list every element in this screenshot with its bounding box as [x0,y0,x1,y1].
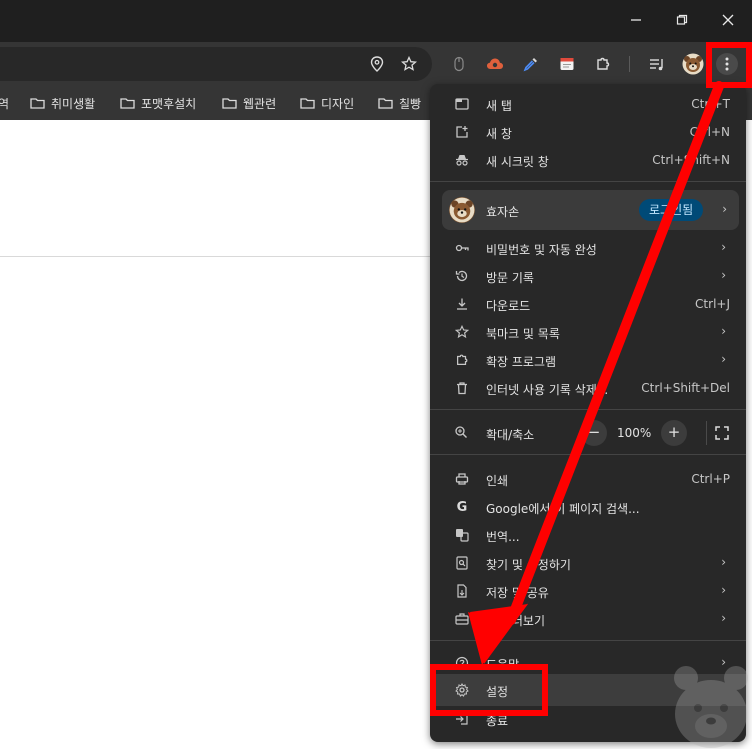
bookmark-label: 웹관련 [243,96,277,111]
zoom-row: 확대/축소 − 100% + [430,419,746,447]
close-button[interactable] [716,10,740,32]
eyedropper-icon[interactable] [520,53,542,75]
chevron-right-icon: › [721,268,726,282]
print-icon [454,471,470,487]
bookmark-folder[interactable]: 포맷후설치 [120,94,196,112]
find-icon [454,555,470,571]
toolbox-icon [454,611,470,627]
kebab-highlight-box [706,42,752,88]
page-divider [0,256,430,257]
profile-avatar-icon[interactable] [682,53,704,75]
menu-item-bookmarks[interactable]: 북마크 및 목록 › [430,318,746,346]
star-icon [454,324,470,340]
browser-toolbar [0,42,752,86]
menu-item-passwords[interactable]: 비밀번호 및 자동 완성 › [430,234,746,262]
bear-watermark-logo [674,666,748,748]
calendar-extension-icon[interactable] [556,53,578,75]
title-bar [0,0,752,42]
zoom-divider [706,421,707,445]
bookmark-folder[interactable]: 취미생활 [30,94,95,112]
bookmark-label: 칠빵 [399,96,422,111]
download-icon [454,296,470,312]
signed-in-badge: 로그인됨 [639,199,704,221]
mouse-extension-icon[interactable] [448,53,470,75]
bookmark-partial[interactable]: 역 [0,94,9,112]
menu-item-new-window[interactable]: 새 창 Ctrl+N [430,118,746,146]
new-window-icon [454,124,470,140]
menu-item-history[interactable]: 방문 기록 › [430,262,746,290]
folder-icon [30,98,45,109]
menu-item-downloads[interactable]: 다운로드 Ctrl+J [430,290,746,318]
browser-menu: 새 탭 Ctrl+T 새 창 Ctrl+N 새 시크릿 창 Ctrl+Shift… [430,84,746,742]
menu-item-more-tools[interactable]: 도구 더보기 › [430,605,746,633]
bookmark-label: 포맷후설치 [141,96,197,111]
fullscreen-icon[interactable] [713,424,731,442]
zoom-out-button[interactable]: − [581,420,607,446]
folder-icon [222,98,237,109]
folder-icon [378,98,393,109]
menu-item-extensions[interactable]: 확장 프로그램 › [430,346,746,374]
folder-icon [300,98,315,109]
history-icon [454,268,470,284]
key-icon [454,240,470,256]
save-share-icon [454,583,470,599]
menu-item-save-share[interactable]: 저장 및 공유 › [430,577,746,605]
extensions-puzzle-icon[interactable] [592,53,614,75]
toolbar-divider [629,56,630,72]
translate-icon [454,527,470,543]
zoom-in-button[interactable]: + [661,420,687,446]
avatar [449,197,475,223]
profile-name: 효자손 [486,205,520,219]
menu-item-clear-data[interactable]: 인터넷 사용 기록 삭제... Ctrl+Shift+Del [430,374,746,402]
media-control-icon[interactable] [646,53,668,75]
cloud-extension-icon[interactable] [484,53,506,75]
menu-item-print[interactable]: 인쇄 Ctrl+P [430,465,746,493]
menu-item-new-tab[interactable]: 새 탭 Ctrl+T [430,90,746,118]
bookmark-star-icon[interactable] [398,53,420,75]
folder-icon [120,98,135,109]
menu-item-translate[interactable]: 번역... [430,521,746,549]
chevron-right-icon: › [721,555,726,569]
new-tab-icon [454,96,470,112]
close-icon [722,14,734,26]
minimize-button[interactable] [624,10,648,32]
restore-button[interactable] [670,10,694,32]
chevron-right-icon: › [721,240,726,254]
menu-divider [430,640,746,641]
minimize-icon [631,19,641,21]
google-icon: G [456,499,468,515]
incognito-icon [454,152,470,168]
menu-divider [430,454,746,455]
menu-divider [430,409,746,410]
menu-item-find-edit[interactable]: 찾기 및 수정하기 › [430,549,746,577]
extension-icon [454,352,470,368]
zoom-value: 100% [617,426,652,440]
restore-icon [676,14,688,25]
chevron-right-icon: › [721,352,726,366]
menu-item-google-search[interactable]: G Google에서 이 페이지 검색... [430,493,746,521]
trash-icon [454,380,470,396]
menu-item-incognito[interactable]: 새 시크릿 창 Ctrl+Shift+N [430,146,746,174]
settings-highlight-box [430,664,548,716]
chevron-right-icon: › [721,583,726,597]
menu-divider [430,181,746,182]
bookmark-folder[interactable]: 웹관련 [222,94,276,112]
bookmark-folder[interactable]: 칠빵 [378,94,421,112]
zoom-icon [454,425,468,442]
bookmark-label: 역 [0,96,10,111]
location-icon[interactable] [366,53,388,75]
bookmark-folder[interactable]: 디자인 [300,94,354,112]
chevron-right-icon: › [722,202,727,216]
chevron-right-icon: › [721,611,726,625]
bookmark-label: 디자인 [321,96,355,111]
zoom-label: 확대/축소 [486,428,535,442]
bookmark-label: 취미생활 [51,96,96,111]
chevron-right-icon: › [721,324,726,338]
profile-row[interactable]: 효자손 로그인됨 › [442,190,739,230]
